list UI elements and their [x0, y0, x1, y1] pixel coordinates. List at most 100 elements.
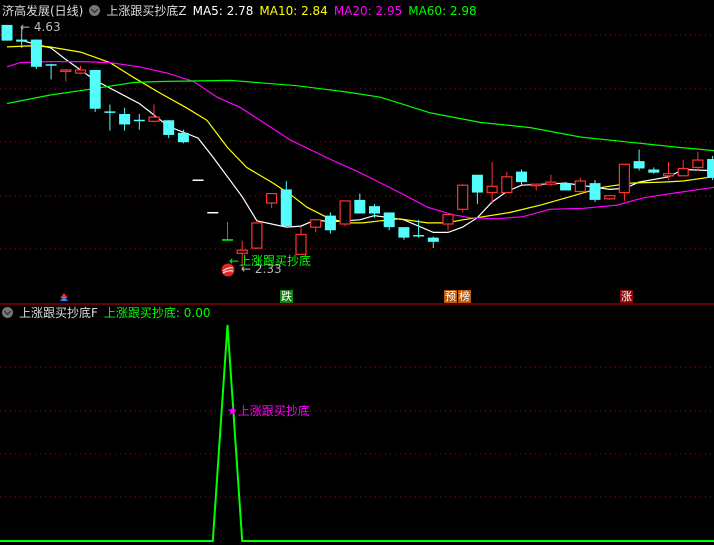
candle	[30, 39, 42, 69]
candle	[648, 167, 660, 174]
candle	[148, 104, 160, 123]
candle	[177, 129, 189, 144]
sub-indicator-name[interactable]: 上涨跟买抄底F	[19, 306, 98, 320]
sub-signal-label: ★上涨跟买抄底	[227, 404, 310, 418]
candle-body	[324, 215, 336, 231]
candle-body	[60, 69, 72, 73]
candle-body	[707, 159, 714, 178]
candle	[45, 63, 57, 80]
sub-indicator-value: 上涨跟买抄底: 0.00	[103, 306, 211, 320]
candle-body	[589, 183, 601, 200]
candle	[427, 236, 439, 249]
candle	[324, 212, 336, 234]
candle-body	[207, 211, 219, 214]
candle	[354, 193, 366, 214]
candle	[516, 169, 527, 186]
sub-grid	[0, 366, 714, 498]
candle-body	[516, 171, 527, 183]
candle	[574, 177, 586, 193]
candle	[545, 174, 557, 187]
candle-body	[89, 69, 101, 109]
candle	[222, 221, 233, 241]
candle	[471, 174, 483, 205]
candle-body	[104, 111, 116, 113]
candle	[486, 162, 498, 205]
candle	[530, 183, 542, 191]
candlesticks	[1, 24, 714, 268]
chart-canvas	[0, 24, 714, 542]
ma5-value: MA5: 2.78	[192, 4, 254, 18]
candle	[618, 163, 631, 201]
tag-fall: 跌	[280, 290, 293, 303]
candle-body	[560, 183, 572, 191]
candle-body	[222, 239, 233, 241]
candle-body	[45, 64, 57, 66]
candle-body	[339, 200, 351, 225]
candle-body	[1, 24, 13, 41]
candle	[207, 211, 219, 214]
candle-body	[133, 119, 145, 122]
sub-indicator-menu-chevron-icon[interactable]	[2, 307, 13, 318]
ma5-line	[21, 40, 713, 233]
candle-body	[236, 249, 248, 254]
main-header: 济高发展(日线) 上涨跟买抄底Z MA5: 2.78 MA10: 2.84 MA20: …	[2, 4, 483, 18]
candle-body	[457, 184, 469, 210]
candle-body	[692, 159, 704, 169]
main-indicator-name[interactable]: 上涨跟买抄底Z	[106, 4, 186, 18]
candle-body	[192, 179, 204, 181]
candle	[677, 160, 689, 177]
candle-body	[398, 227, 410, 238]
candle	[692, 151, 704, 171]
ma10-value: MA10: 2.84	[259, 4, 328, 18]
candle-body	[354, 199, 366, 214]
candle-body	[119, 113, 131, 125]
candle	[398, 227, 410, 240]
buy-signal-label: ←上涨跟买抄底	[229, 254, 312, 268]
candle-body	[574, 180, 586, 193]
candle	[163, 120, 175, 139]
candle-body	[369, 206, 380, 214]
ma20-value: MA20: 2.95	[333, 4, 403, 18]
candle-body	[501, 176, 513, 194]
candle	[60, 68, 72, 82]
up-arrow-icon	[60, 293, 68, 301]
candle	[339, 200, 351, 227]
candle-body	[163, 120, 175, 135]
signal-line	[0, 324, 714, 542]
candle-body	[280, 189, 292, 227]
candle	[280, 181, 292, 227]
candle	[442, 213, 454, 231]
candle-body	[310, 219, 322, 228]
candle	[707, 155, 714, 180]
candle-body	[530, 183, 542, 187]
candle	[457, 184, 469, 213]
stock-title: 济高发展(日线)	[2, 4, 84, 18]
candle	[310, 219, 322, 233]
candle-body	[74, 69, 87, 74]
candle-body	[177, 132, 189, 143]
candle	[119, 107, 131, 131]
candle	[560, 182, 572, 191]
ma60-line	[6, 79, 714, 152]
candle-body	[266, 193, 278, 204]
candle-body	[662, 173, 675, 177]
main-grid	[0, 34, 714, 250]
candle-body	[545, 181, 557, 185]
candle	[501, 171, 513, 194]
candle	[104, 104, 116, 131]
candle	[133, 113, 145, 130]
candle	[604, 194, 616, 200]
candle-body	[413, 235, 425, 237]
tag-pre-1: 预	[444, 290, 457, 303]
candle-body	[30, 39, 42, 67]
candle-body	[442, 213, 454, 225]
high-price-value: 4.63	[33, 20, 61, 34]
candle	[266, 193, 278, 209]
candle-body	[486, 185, 498, 194]
candle-body	[633, 161, 645, 169]
indicator-menu-chevron-icon[interactable]	[89, 5, 101, 16]
candle	[295, 227, 307, 255]
high-price-label: ← 4.63	[20, 20, 61, 34]
candle-body	[471, 174, 483, 193]
candle-body	[427, 237, 439, 242]
